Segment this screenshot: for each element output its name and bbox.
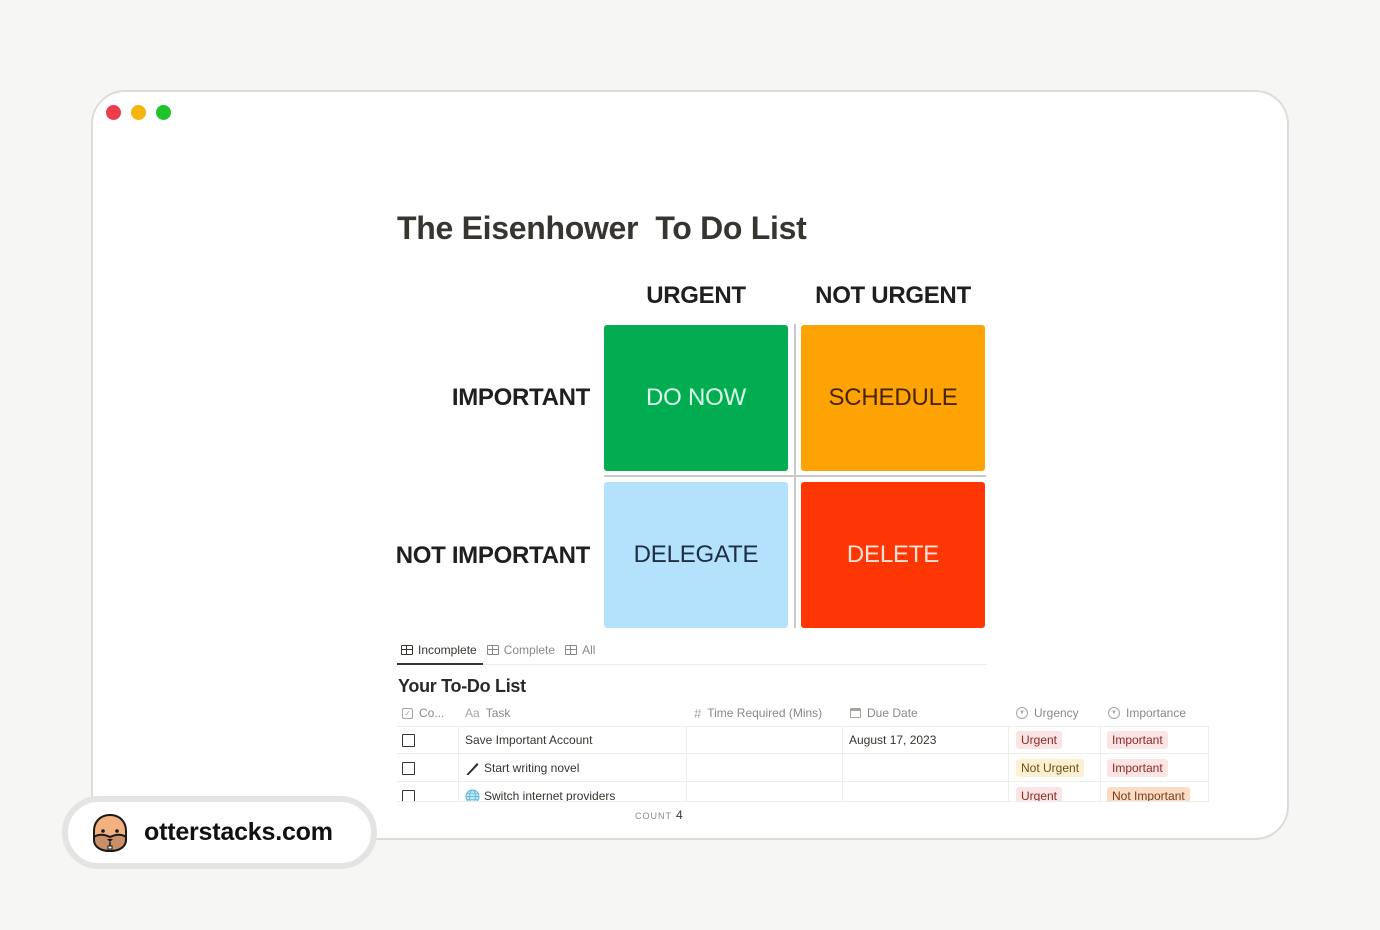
task-cell[interactable]: Start writing novel — [465, 755, 579, 781]
column-header-task[interactable]: Aa Task — [465, 705, 510, 721]
pencil-icon — [466, 762, 479, 775]
quadrant-schedule[interactable]: SCHEDULE — [801, 325, 985, 471]
row-count[interactable]: COUNT 4 — [635, 808, 683, 822]
column-header-due-date[interactable]: Due Date — [850, 705, 918, 721]
number-prop-icon: # — [694, 705, 702, 721]
complete-cell — [402, 783, 415, 802]
column-header-complete[interactable]: ✓ Co... — [402, 705, 444, 721]
table-icon — [486, 645, 499, 655]
quadrant-label: SCHEDULE — [828, 384, 958, 411]
quadrant-label: DO NOW — [645, 384, 747, 411]
urgency-tag: Urgent — [1016, 731, 1063, 749]
urgency-cell[interactable]: Urgent — [1016, 783, 1063, 802]
row-header-important: IMPORTANT — [451, 384, 590, 411]
count-value: 4 — [676, 808, 683, 822]
complete-checkbox[interactable] — [402, 761, 415, 775]
importance-tag: Important — [1107, 759, 1168, 777]
tab-label: Incomplete — [418, 642, 477, 657]
quadrant-delegate[interactable]: DELEGATE — [604, 482, 788, 628]
select-icon: ▼ — [1016, 707, 1028, 719]
watermark-badge: otterstacks.com — [62, 796, 377, 869]
quadrant-delete[interactable]: DELETE — [801, 482, 985, 628]
task-name: Save Important Account — [465, 733, 593, 747]
column-divider — [842, 727, 843, 802]
tab-incomplete[interactable]: Incomplete — [397, 636, 483, 665]
globe-icon — [465, 789, 480, 802]
urgency-cell[interactable]: Not Urgent — [1016, 755, 1085, 781]
column-header-time-required[interactable]: # Time Required (Mins) — [694, 705, 822, 721]
row-header-not-important: NOT IMPORTANT — [395, 542, 591, 569]
importance-cell[interactable]: Not Important — [1107, 783, 1190, 802]
table-row[interactable]: Save Important Account August 17, 2023 U… — [397, 727, 1209, 754]
due-date-cell[interactable]: August 17, 2023 — [849, 727, 936, 753]
table-row[interactable]: Start writing novel Not Urgent Important — [397, 755, 1209, 782]
column-label: Co... — [419, 706, 445, 720]
column-label: Urgency — [1034, 706, 1079, 720]
view-tabs: Incomplete Complete All — [397, 636, 987, 665]
text-prop-icon: Aa — [465, 706, 480, 720]
column-header-not-urgent: NOT URGENT — [815, 282, 971, 309]
importance-cell[interactable]: Important — [1107, 755, 1168, 781]
table-body: Save Important Account August 17, 2023 U… — [397, 727, 1209, 802]
importance-cell[interactable]: Important — [1107, 727, 1168, 753]
column-divider — [686, 727, 687, 802]
quadrant-do-now[interactable]: DO NOW — [604, 325, 788, 471]
column-label: Due Date — [867, 706, 918, 720]
importance-tag: Not Important — [1107, 787, 1190, 802]
urgency-cell[interactable]: Urgent — [1016, 727, 1063, 753]
column-divider — [1208, 727, 1209, 802]
task-name: Start writing novel — [484, 761, 580, 775]
tab-label: All — [582, 643, 596, 657]
calendar-icon — [850, 708, 861, 718]
select-icon: ▼ — [1108, 707, 1120, 719]
task-cell[interactable]: Save Important Account — [465, 727, 592, 753]
tab-label: Complete — [503, 643, 556, 657]
quadrant-label: DELETE — [846, 541, 940, 568]
column-label: Importance — [1126, 706, 1187, 720]
table-bottom-divider — [397, 801, 1209, 802]
otter-face-icon — [93, 813, 127, 852]
column-divider — [1100, 727, 1101, 802]
column-header-urgency[interactable]: ▼ Urgency — [1016, 705, 1079, 721]
column-divider — [458, 727, 459, 802]
page-title: The Eisenhower To Do List — [397, 210, 807, 246]
task-cell[interactable]: Switch internet providers — [465, 783, 615, 802]
table-row[interactable]: Switch internet providers Urgent Not Imp… — [397, 783, 1209, 802]
quadrant-label: DELEGATE — [633, 541, 759, 568]
window-controls — [106, 105, 171, 120]
tab-all[interactable]: All — [561, 636, 601, 664]
minimize-window-button[interactable] — [131, 105, 146, 120]
checkbox-prop-icon: ✓ — [402, 707, 413, 719]
importance-tag: Important — [1107, 731, 1168, 749]
table-icon — [565, 645, 578, 655]
urgency-tag: Urgent — [1016, 787, 1063, 802]
urgency-tag: Not Urgent — [1016, 759, 1085, 777]
count-label: COUNT — [635, 811, 672, 821]
column-label: Time Required (Mins) — [707, 706, 823, 720]
complete-checkbox[interactable] — [402, 733, 415, 747]
maximize-window-button[interactable] — [156, 105, 171, 120]
tab-complete[interactable]: Complete — [483, 636, 561, 664]
table-icon — [401, 644, 413, 655]
watermark-text: otterstacks.com — [144, 818, 333, 846]
complete-cell — [402, 727, 415, 753]
close-window-button[interactable] — [106, 105, 121, 120]
database-title[interactable]: Your To-Do List — [398, 676, 526, 697]
column-divider — [1008, 727, 1009, 802]
column-header-urgent: URGENT — [646, 282, 746, 309]
matrix-divider-horizontal — [604, 475, 986, 477]
complete-cell — [402, 755, 415, 781]
column-label: Task — [485, 706, 511, 720]
due-date: August 17, 2023 — [849, 733, 937, 747]
column-header-importance[interactable]: ▼ Importance — [1108, 705, 1186, 721]
